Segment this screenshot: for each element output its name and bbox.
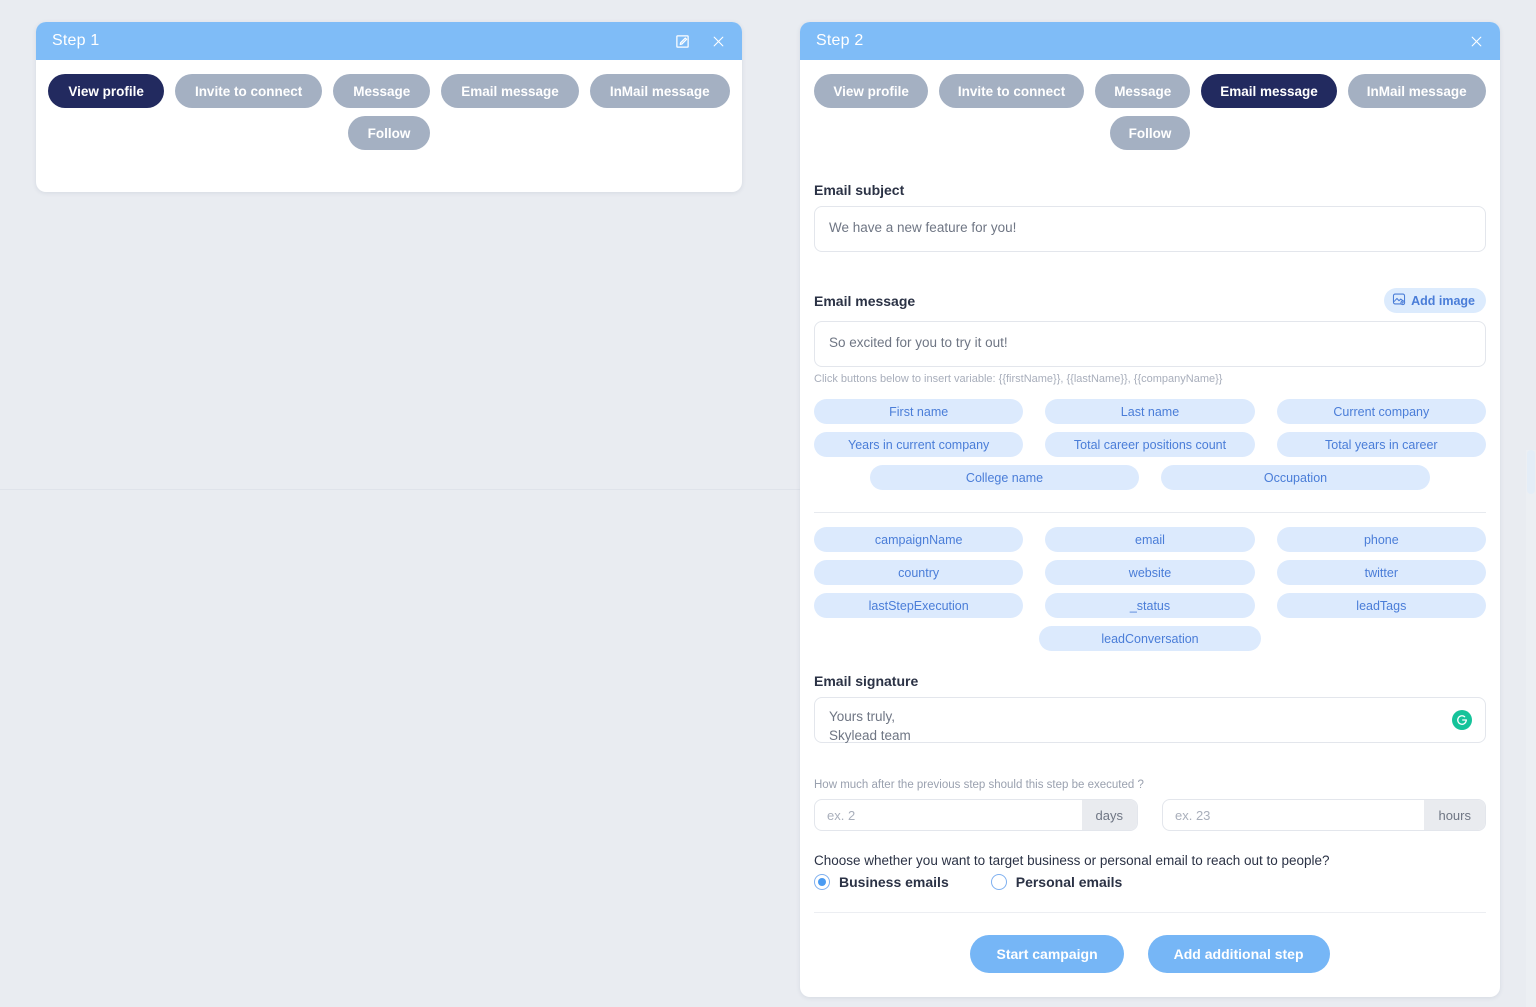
timing-row: days hours — [814, 799, 1486, 831]
radio-business-emails[interactable]: Business emails — [814, 874, 949, 890]
variable-chip-last-name[interactable]: Last name — [1045, 399, 1255, 424]
variable-chip-phone[interactable]: phone — [1276, 527, 1486, 552]
timing-days-field: days — [814, 799, 1138, 831]
page-scrollbar-thumb[interactable] — [1527, 450, 1535, 494]
variable-chip-email[interactable]: email — [1045, 527, 1255, 552]
grammarly-icon[interactable] — [1452, 710, 1472, 730]
email-subject-section: Email subject We have a new feature for … — [800, 182, 1500, 252]
step-2-panel: Step 2 View profile Invite to connect Me… — [800, 22, 1500, 997]
step-2-title: Step 2 — [816, 32, 864, 49]
variables-grid-2-row-4: leadConversation — [814, 626, 1486, 651]
step-2-action-inmail-message[interactable]: InMail message — [1347, 74, 1486, 108]
step-2-actions-row-1: View profile Invite to connect Message E… — [814, 74, 1486, 108]
email-message-label: Email message — [814, 292, 916, 309]
variable-chip-laststepexecution[interactable]: lastStepExecution — [814, 593, 1024, 618]
variable-chip-total-career-positions-count[interactable]: Total career positions count — [1045, 432, 1255, 457]
step-2-action-follow[interactable]: Follow — [1109, 116, 1191, 150]
step-1-header-actions — [674, 33, 726, 49]
step-1-action-inmail-message[interactable]: InMail message — [589, 74, 730, 108]
email-message-label-row: Email message Add image — [814, 288, 1486, 313]
step-1-action-follow[interactable]: Follow — [347, 116, 431, 150]
step-1-action-message[interactable]: Message — [333, 74, 431, 108]
variable-chip-leadtags[interactable]: leadTags — [1276, 593, 1486, 618]
step-1-header: Step 1 — [36, 22, 742, 60]
timing-days-input[interactable] — [815, 800, 1082, 830]
image-icon — [1392, 292, 1406, 309]
variable-chip-first-name[interactable]: First name — [814, 399, 1024, 424]
email-subject-label: Email subject — [814, 182, 905, 198]
variable-chip-leadconversation[interactable]: leadConversation — [1039, 626, 1261, 651]
start-campaign-button[interactable]: Start campaign — [970, 935, 1124, 973]
timing-section: How much after the previous step should … — [800, 779, 1500, 831]
variable-chip-campaignname[interactable]: campaignName — [814, 527, 1024, 552]
variables-divider — [814, 512, 1486, 513]
timing-question: How much after the previous step should … — [814, 779, 1144, 791]
variable-chip-current-company[interactable]: Current company — [1276, 399, 1486, 424]
radio-business-emails-mark[interactable] — [814, 874, 830, 890]
step-2-action-view-profile[interactable]: View profile — [814, 74, 928, 108]
background-divider — [0, 489, 800, 490]
timing-hours-field: hours — [1162, 799, 1486, 831]
step-2-actions: View profile Invite to connect Message E… — [800, 60, 1500, 160]
step-2-footer: Start campaign Add additional step — [800, 913, 1500, 993]
email-signature-wrap: Yours truly, Skylead team — [814, 697, 1486, 743]
variables-grid-1: First name Last name Current company Yea… — [814, 399, 1486, 457]
page-scrollbar-track[interactable] — [1526, 450, 1536, 1007]
target-question: Choose whether you want to target busine… — [814, 853, 1330, 868]
step-2-body: View profile Invite to connect Message E… — [800, 60, 1500, 993]
add-image-button[interactable]: Add image — [1384, 288, 1486, 313]
variable-chip-college-name[interactable]: College name — [870, 465, 1139, 490]
step-1-action-email-message[interactable]: Email message — [441, 74, 579, 108]
step-1-actions-row-1: View profile Invite to connect Message E… — [48, 74, 730, 108]
close-icon[interactable] — [1468, 33, 1484, 49]
variables-group-1: First name Last name Current company Yea… — [800, 399, 1500, 513]
email-signature-input[interactable]: Yours truly, Skylead team — [814, 697, 1486, 743]
step-1-body: View profile Invite to connect Message E… — [36, 60, 742, 160]
step-2-action-message[interactable]: Message — [1095, 74, 1191, 108]
target-radio-row: Business emails Personal emails — [814, 874, 1486, 890]
email-message-section: Email message Add image So excited for y… — [800, 288, 1500, 385]
app-canvas: Step 1 View profile Invite to connect Me… — [0, 0, 1536, 1007]
variable-chip-twitter[interactable]: twitter — [1276, 560, 1486, 585]
step-2-header: Step 2 — [800, 22, 1500, 60]
email-signature-label: Email signature — [814, 673, 919, 689]
step-1-action-view-profile[interactable]: View profile — [48, 74, 164, 108]
radio-personal-emails[interactable]: Personal emails — [990, 874, 1123, 890]
variables-grid-2: campaignName email phone country website… — [814, 527, 1486, 618]
step-1-action-invite-to-connect[interactable]: Invite to connect — [174, 74, 323, 108]
step-2-actions-row-2: Follow — [814, 116, 1486, 150]
variables-group-2: campaignName email phone country website… — [800, 527, 1500, 651]
target-section: Choose whether you want to target busine… — [800, 853, 1500, 890]
step-2-header-actions — [1468, 33, 1484, 49]
timing-days-suffix: days — [1081, 800, 1137, 830]
email-signature-section: Email signature Yours truly, Skylead tea… — [800, 673, 1500, 743]
variable-chip-years-in-current-company[interactable]: Years in current company — [814, 432, 1024, 457]
radio-business-emails-label: Business emails — [839, 874, 949, 890]
step-1-panel: Step 1 View profile Invite to connect Me… — [36, 22, 742, 192]
step-1-actions: View profile Invite to connect Message E… — [36, 60, 742, 160]
variable-chip-country[interactable]: country — [814, 560, 1024, 585]
close-icon[interactable] — [710, 33, 726, 49]
edit-square-icon[interactable] — [674, 33, 690, 49]
variable-chip-status[interactable]: _status — [1045, 593, 1255, 618]
timing-hours-input[interactable] — [1163, 800, 1425, 830]
variable-hint: Click buttons below to insert variable: … — [814, 373, 1223, 385]
step-2-action-email-message[interactable]: Email message — [1201, 74, 1337, 108]
variable-chip-website[interactable]: website — [1045, 560, 1255, 585]
radio-personal-emails-mark[interactable] — [990, 874, 1007, 890]
step-1-actions-row-2: Follow — [50, 116, 728, 150]
radio-personal-emails-label: Personal emails — [1015, 874, 1123, 890]
variables-grid-1-row-3: College name Occupation — [814, 465, 1486, 490]
add-additional-step-button[interactable]: Add additional step — [1147, 935, 1330, 973]
variable-chip-occupation[interactable]: Occupation — [1161, 465, 1430, 490]
step-2-action-invite-to-connect[interactable]: Invite to connect — [938, 74, 1085, 108]
step-1-title: Step 1 — [52, 32, 100, 49]
add-image-label: Add image — [1411, 293, 1475, 308]
email-subject-input[interactable]: We have a new feature for you! — [814, 206, 1486, 252]
variable-chip-total-years-in-career[interactable]: Total years in career — [1276, 432, 1486, 457]
timing-hours-suffix: hours — [1424, 800, 1485, 830]
email-message-input[interactable]: So excited for you to try it out! — [814, 321, 1486, 367]
